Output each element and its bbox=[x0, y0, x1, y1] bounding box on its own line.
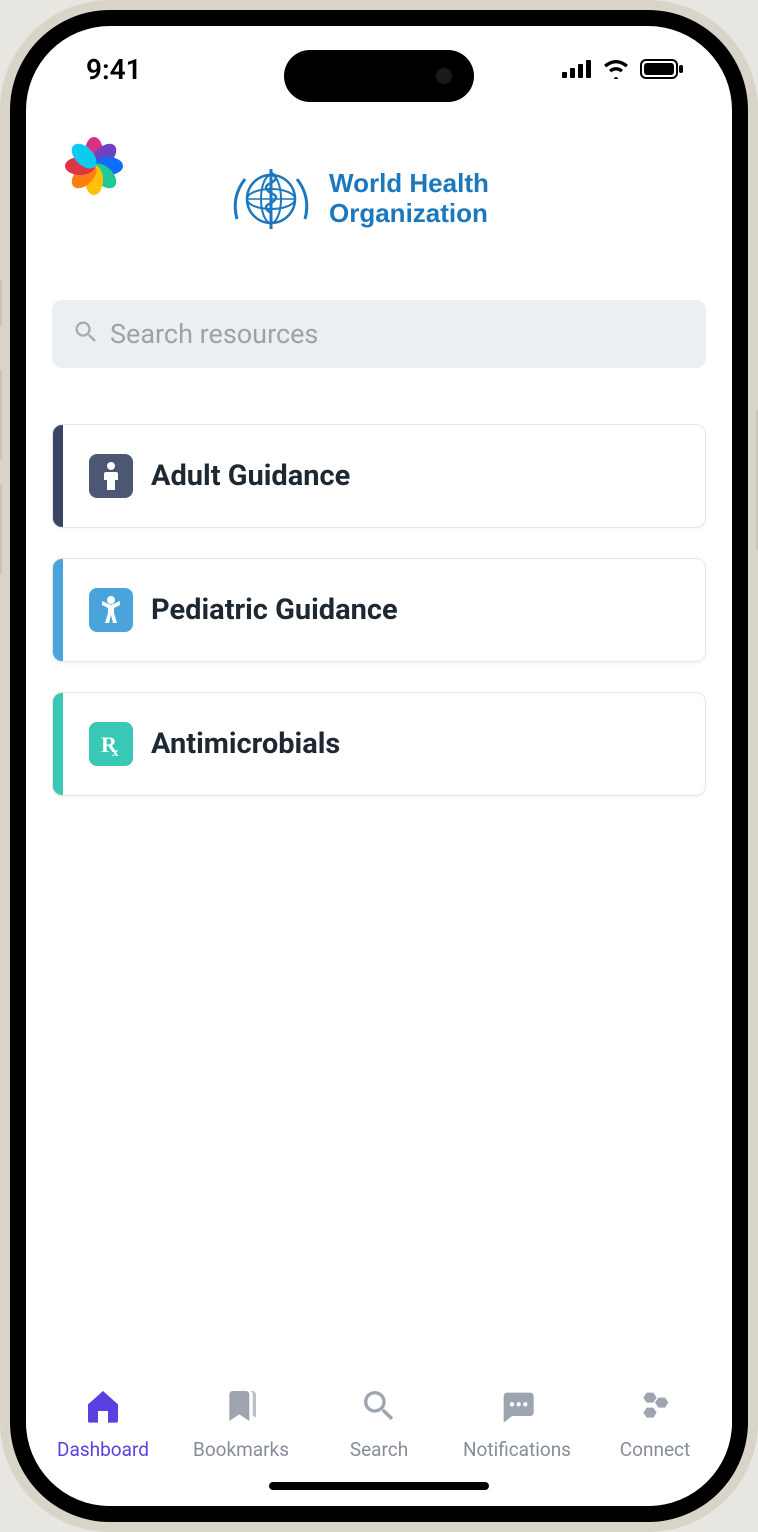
tab-label: Connect bbox=[620, 1438, 690, 1461]
search-icon bbox=[72, 318, 100, 350]
home-icon bbox=[83, 1386, 123, 1430]
wifi-icon bbox=[602, 59, 630, 79]
who-text-line2: Organization bbox=[329, 198, 488, 228]
hex-icon bbox=[635, 1386, 675, 1430]
card-adult-guidance[interactable]: Adult Guidance bbox=[52, 424, 706, 528]
bookmark-icon bbox=[221, 1386, 261, 1430]
cellular-icon bbox=[562, 60, 592, 78]
tab-label: Dashboard bbox=[57, 1438, 149, 1461]
device-frame: 9:41 bbox=[0, 0, 758, 1532]
tab-label: Bookmarks bbox=[193, 1438, 289, 1461]
status-time: 9:41 bbox=[86, 53, 142, 86]
svg-text:x: x bbox=[112, 744, 119, 758]
device-bezel: 9:41 bbox=[10, 10, 748, 1522]
chat-icon bbox=[497, 1386, 537, 1430]
tab-connect[interactable]: Connect bbox=[595, 1386, 715, 1461]
card-accent bbox=[53, 425, 63, 527]
rx-icon: R x bbox=[89, 722, 133, 766]
tab-dashboard[interactable]: Dashboard bbox=[43, 1386, 163, 1461]
home-indicator[interactable] bbox=[269, 1482, 489, 1490]
card-title: Pediatric Guidance bbox=[151, 593, 398, 627]
card-pediatric-guidance[interactable]: Pediatric Guidance bbox=[52, 558, 706, 662]
card-title: Antimicrobials bbox=[151, 727, 340, 761]
card-accent bbox=[53, 693, 63, 795]
card-title: Adult Guidance bbox=[151, 459, 350, 493]
device-side-button bbox=[0, 370, 2, 460]
person-icon bbox=[89, 454, 133, 498]
main-content: World Health Organization Search resourc… bbox=[26, 112, 732, 1372]
search-icon bbox=[359, 1386, 399, 1430]
dynamic-island bbox=[284, 50, 474, 102]
category-list: Adult Guidance Pediatric Guidance bbox=[52, 424, 706, 796]
tab-label: Search bbox=[350, 1438, 408, 1461]
screen: 9:41 bbox=[26, 26, 732, 1506]
device-side-button bbox=[0, 280, 2, 326]
tab-search[interactable]: Search bbox=[319, 1386, 439, 1461]
battery-icon bbox=[640, 59, 684, 79]
search-placeholder: Search resources bbox=[110, 318, 318, 350]
card-antimicrobials[interactable]: R x Antimicrobials bbox=[52, 692, 706, 796]
app-logo-icon[interactable] bbox=[62, 134, 126, 198]
who-text-line1: World Health bbox=[329, 168, 489, 198]
who-logo: World Health Organization bbox=[229, 154, 529, 248]
status-indicators bbox=[562, 59, 684, 79]
device-side-button bbox=[0, 484, 2, 574]
header: World Health Organization bbox=[52, 128, 706, 288]
tab-notifications[interactable]: Notifications bbox=[457, 1386, 577, 1461]
search-input[interactable]: Search resources bbox=[52, 300, 706, 368]
child-icon bbox=[89, 588, 133, 632]
tab-label: Notifications bbox=[463, 1438, 571, 1461]
card-accent bbox=[53, 559, 63, 661]
tab-bookmarks[interactable]: Bookmarks bbox=[181, 1386, 301, 1461]
